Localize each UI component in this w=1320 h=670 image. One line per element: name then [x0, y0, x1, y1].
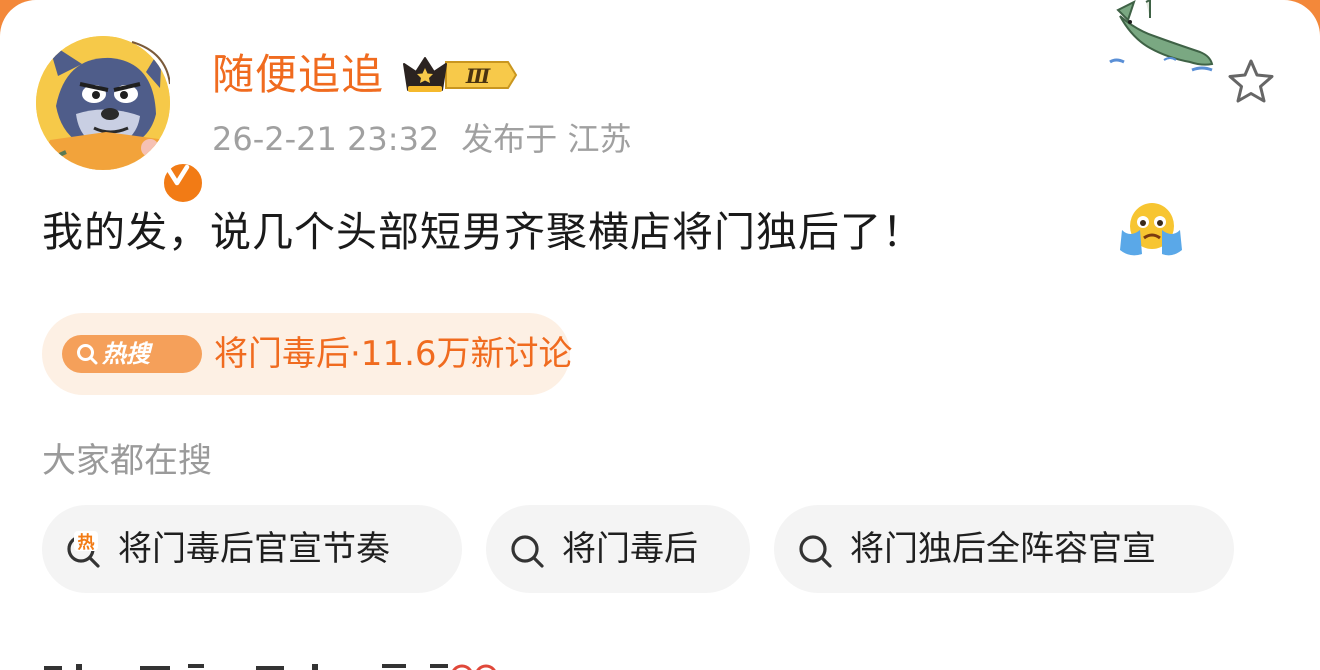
hot-search-badge: 热搜: [62, 335, 202, 373]
post-location: 江苏: [567, 120, 632, 158]
search-icon: [511, 535, 544, 568]
hot-mark-label: 热: [78, 532, 95, 553]
verified-badge-icon: [160, 160, 206, 206]
truncated-next-row: [44, 664, 496, 670]
hot-search-icon: 热: [67, 531, 100, 568]
related-search-chip-label: 将门毒后: [562, 529, 698, 569]
hot-search-badge-label: 热搜: [102, 340, 150, 368]
cartoon-cat-avatar-image: [36, 36, 170, 170]
hot-search-pill[interactable]: 热搜 将门毒后·11.6万新讨论: [42, 313, 573, 395]
post-meta: 26-2-21 23:32 发布于 江苏: [212, 116, 631, 162]
post-content: 我的发，说几个头部短男齐聚横店将门独后了！: [42, 208, 924, 256]
search-icon: [799, 535, 832, 568]
vip-level-label: Ⅲ: [465, 64, 491, 88]
related-search-chip-label: 将门毒后官宣节奏: [118, 529, 390, 569]
post-card: 随便追追 Ⅲ 26-2-21 23:32 发布于 江苏 我的发，说几个头部短男齐聚…: [0, 0, 1320, 670]
vip-crown-badge-icon: Ⅲ: [403, 57, 518, 92]
crying-face-emoji-icon: [1120, 203, 1182, 256]
related-search-chip-label: 将门独后全阵容官宣: [850, 529, 1156, 569]
user-avatar[interactable]: [36, 36, 206, 206]
location-prefix: 发布于: [461, 120, 558, 158]
related-search-chip[interactable]: 热 将门毒后官宣节奏: [42, 505, 462, 593]
favorite-star-icon[interactable]: [1226, 58, 1276, 106]
related-search-chip[interactable]: 将门毒后: [486, 505, 750, 593]
username[interactable]: 随便追追: [212, 46, 384, 104]
post-time: 26-2-21 23:32: [212, 120, 440, 158]
related-search-title: 大家都在搜: [42, 441, 212, 481]
related-search-chip[interactable]: 将门独后全阵容官宣: [774, 505, 1234, 593]
search-icon: [77, 344, 98, 365]
fish-decoration-icon: [1109, 0, 1214, 72]
hot-search-topic: 将门毒后·11.6万新讨论: [214, 334, 573, 374]
